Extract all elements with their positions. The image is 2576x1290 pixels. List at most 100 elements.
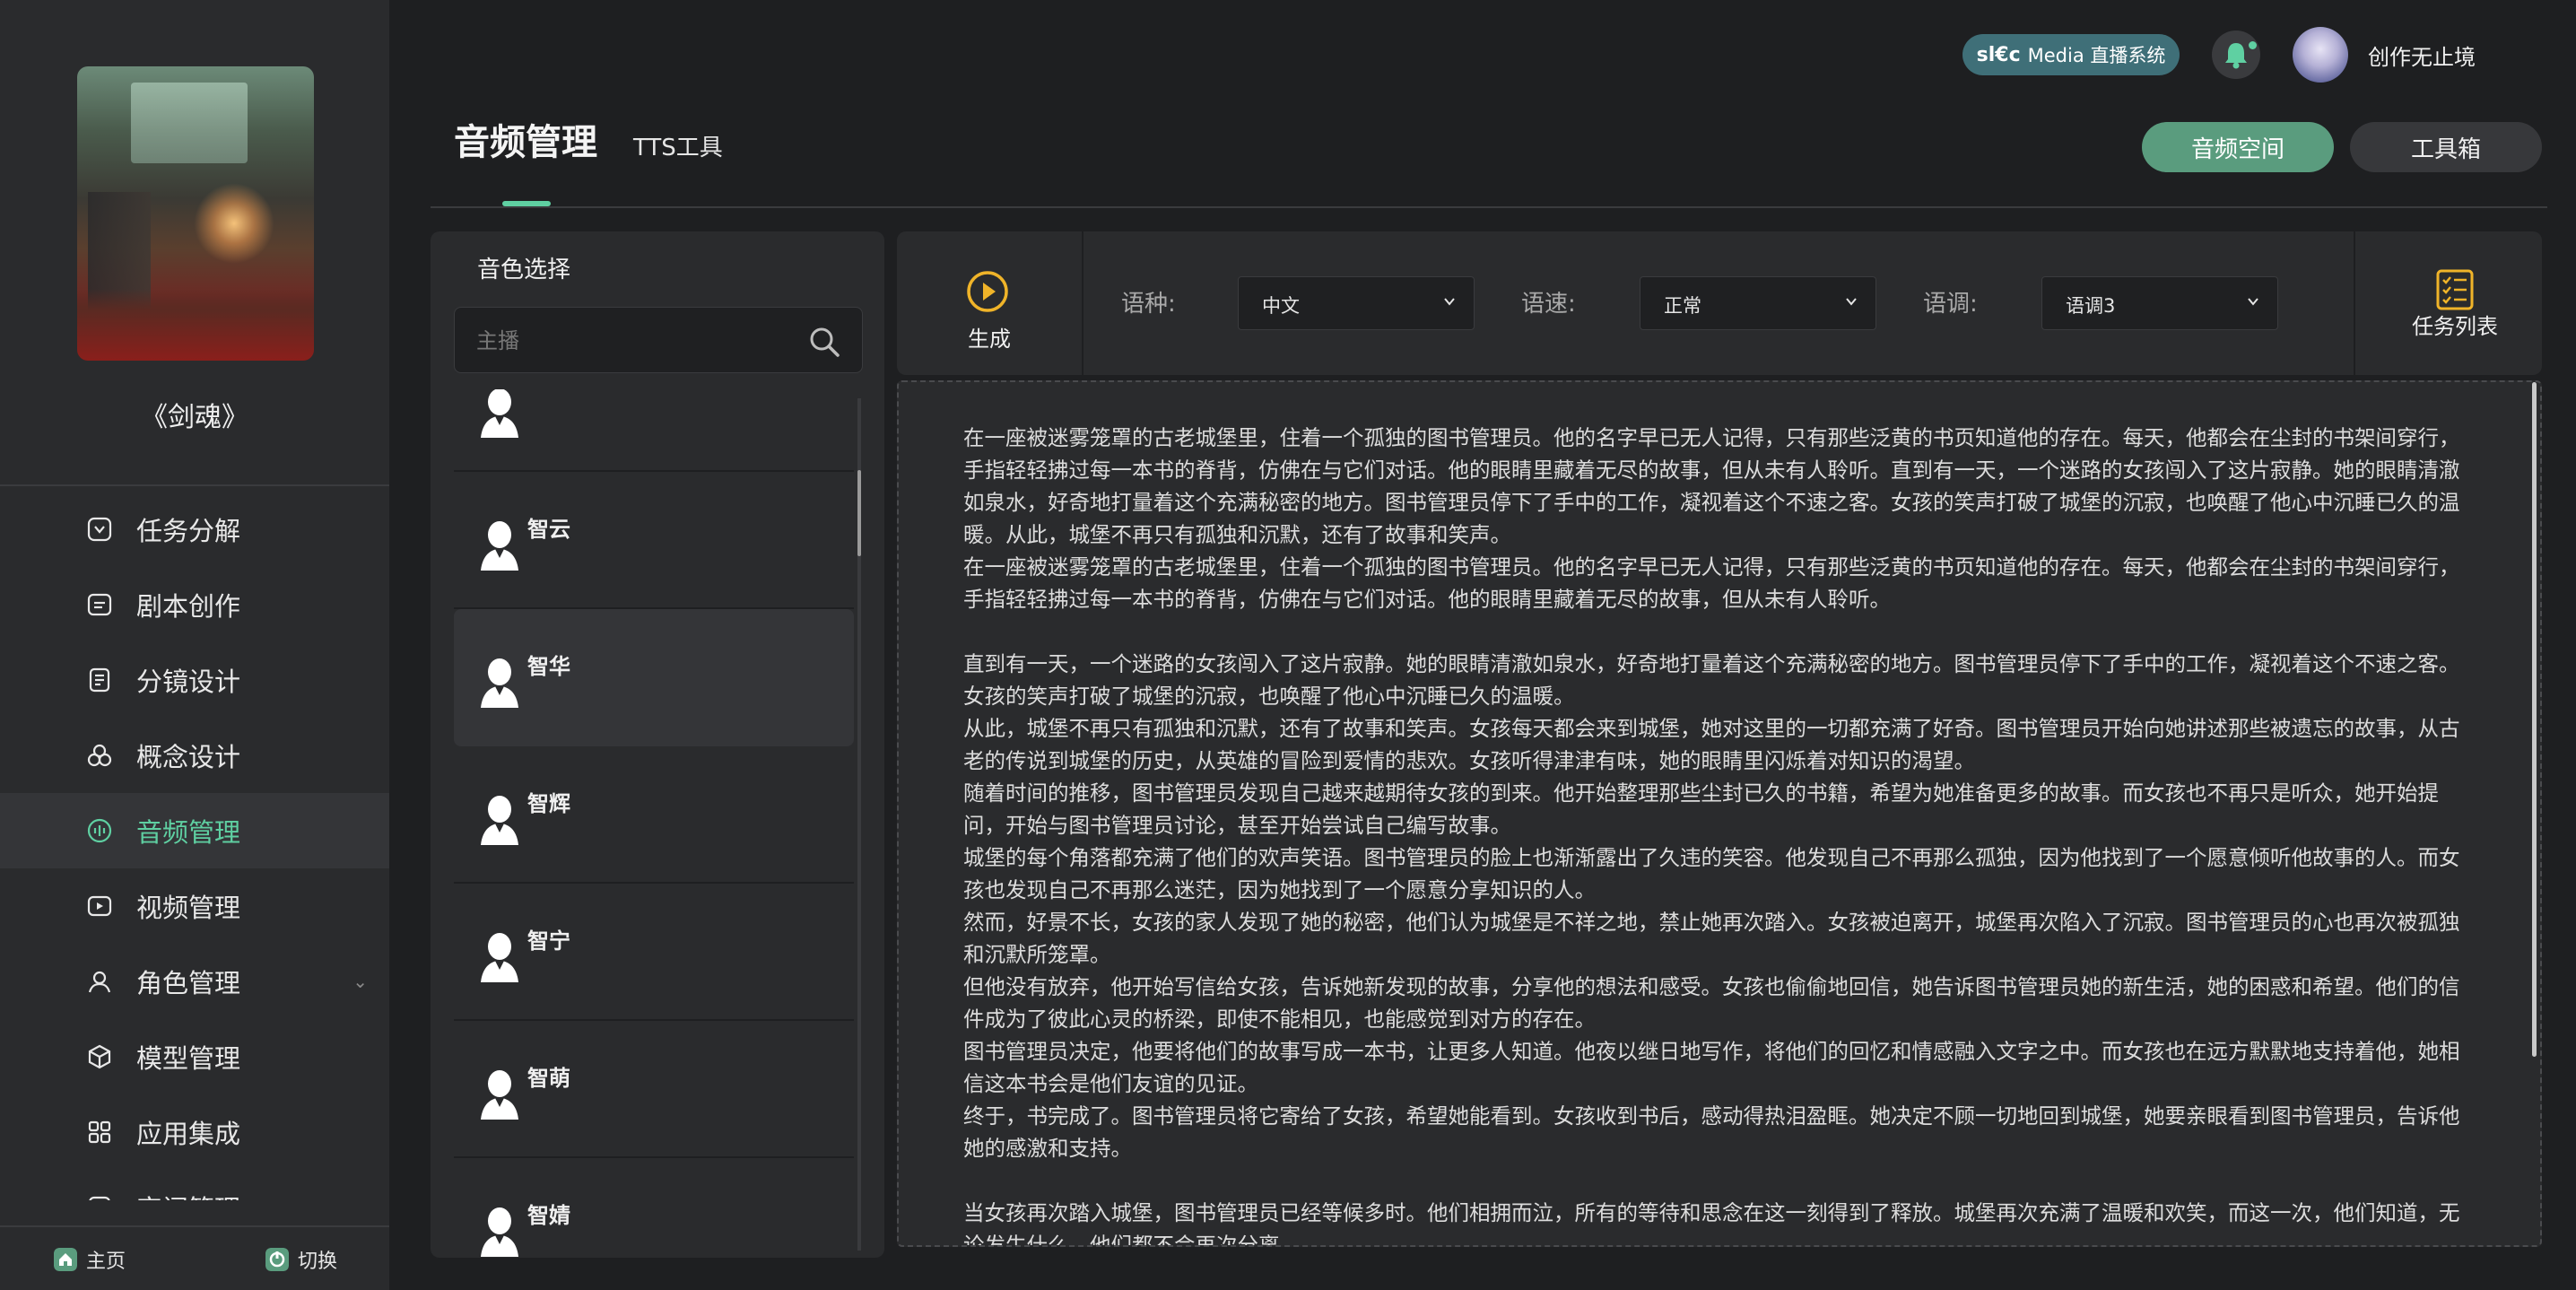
- voice-item-partial[interactable]: [454, 389, 854, 472]
- voice-name: 智婧: [527, 1203, 570, 1228]
- generate-label: 生成: [968, 327, 1011, 352]
- sidebar-item-label: 审阅管理: [136, 1189, 240, 1200]
- apps-icon: [88, 1120, 111, 1144]
- notification-button[interactable]: [2212, 31, 2260, 79]
- speed-value: 正常: [1664, 295, 1701, 317]
- toolbar-separator: [1082, 231, 1083, 375]
- notification-dot: [2249, 41, 2257, 49]
- audio-space-button[interactable]: 音频空间: [2142, 122, 2334, 172]
- language-value: 中文: [1262, 295, 1300, 317]
- sidebar-item-5[interactable]: 视频管理: [0, 868, 389, 944]
- header-divider: [431, 206, 2547, 208]
- voice-name: 智云: [527, 517, 570, 542]
- audio-icon: [87, 818, 112, 843]
- role-icon: [88, 971, 111, 993]
- sidebar-item-0[interactable]: 任务分解: [0, 492, 389, 567]
- sidebar-bottom-bar: 主页 切换: [0, 1229, 389, 1290]
- tone-label: 语调:: [1923, 291, 1978, 318]
- chevron-down-icon: [2248, 298, 2258, 306]
- sidebar-item-2[interactable]: 分镜设计: [0, 642, 389, 718]
- voice-avatar-icon: [481, 796, 518, 845]
- voice-list-scroll-thumb[interactable]: [857, 470, 861, 556]
- home-label: 主页: [86, 1251, 126, 1273]
- video-icon: [87, 895, 112, 917]
- sidebar-item-label: 模型管理: [136, 1043, 241, 1074]
- storyboard-icon: [89, 667, 110, 693]
- speed-label: 语速:: [1521, 291, 1576, 318]
- sidebar-divider: [0, 484, 389, 486]
- app-root: 《剑魂》 任务分解 剧本创作 分镜设计 概念设计 音频管理 视频管理 角色管理 ⌄ 模型管理 应用…: [0, 0, 2576, 1290]
- toolbox-button[interactable]: 工具箱: [2350, 122, 2542, 172]
- voice-avatar-icon: [481, 389, 518, 438]
- task-list-icon: [2436, 269, 2474, 310]
- sidebar-item-8[interactable]: 应用集成: [0, 1094, 389, 1170]
- sidebar-item-4[interactable]: 音频管理: [0, 793, 389, 868]
- toolbar-separator: [2354, 231, 2355, 375]
- bell-icon: [2225, 43, 2247, 69]
- sidebar: 《剑魂》 任务分解 剧本创作 分镜设计 概念设计 音频管理 视频管理 角色管理 ⌄ 模型管理 应用…: [0, 0, 389, 1290]
- voice-item[interactable]: 智萌: [454, 1021, 854, 1158]
- voice-name: 智萌: [527, 1066, 570, 1091]
- sidebar-item-label: 剧本创作: [136, 591, 241, 622]
- editor-scrollbar[interactable]: [2532, 382, 2537, 1057]
- sidebar-item-label: 应用集成: [136, 1119, 241, 1149]
- voice-item[interactable]: 智宁: [454, 884, 854, 1021]
- switch-icon: [265, 1248, 289, 1271]
- tts-toolbar: 生成 语种: 中文 语速: 正常 语调: 语调3 任务列表: [897, 231, 2542, 375]
- tone-value: 语调3: [2066, 295, 2116, 317]
- live-badge-label: Media 直播系统: [2027, 45, 2166, 66]
- sidebar-item-1[interactable]: 剧本创作: [0, 567, 389, 642]
- voice-item[interactable]: 智婧: [454, 1158, 854, 1258]
- sidebar-item-label: 概念设计: [136, 742, 241, 772]
- sidebar-item-7[interactable]: 模型管理: [0, 1019, 389, 1094]
- live-system-badge[interactable]: sl€c Media 直播系统: [1962, 34, 2180, 75]
- voice-avatar-icon: [481, 521, 518, 571]
- sidebar-item-label: 音频管理: [136, 817, 241, 848]
- voice-avatar-icon: [481, 1070, 518, 1120]
- page-subtitle: TTS工具: [633, 135, 723, 161]
- language-select[interactable]: 中文: [1238, 276, 1475, 330]
- voice-avatar-icon: [481, 933, 518, 982]
- sidebar-bottom-divider: [0, 1225, 389, 1227]
- chevron-down-icon: [1846, 298, 1857, 306]
- switch-button[interactable]: 切换: [265, 1245, 337, 1274]
- tone-select[interactable]: 语调3: [2041, 276, 2278, 330]
- voice-list: 智云智华智辉智宁智萌智婧: [454, 389, 854, 1258]
- chevron-down-icon: [1444, 298, 1455, 306]
- sidebar-item-6[interactable]: 角色管理 ⌄: [0, 944, 389, 1019]
- home-icon: [54, 1248, 77, 1271]
- project-cover-image[interactable]: [77, 66, 314, 361]
- search-icon[interactable]: [806, 324, 842, 360]
- username[interactable]: 创作无止境: [2368, 39, 2476, 71]
- sidebar-item-label: 任务分解: [136, 516, 241, 546]
- voice-name: 智辉: [527, 791, 570, 816]
- page-title: 音频管理: [454, 122, 597, 163]
- voice-item[interactable]: 智云: [454, 472, 854, 609]
- home-button[interactable]: 主页: [54, 1245, 126, 1274]
- voice-panel-title: 音色选择: [477, 257, 571, 283]
- review-icon: [89, 1196, 110, 1200]
- voice-search-input[interactable]: [476, 324, 799, 358]
- voice-item[interactable]: 智华: [454, 609, 854, 746]
- task-list-button[interactable]: 任务列表: [2368, 231, 2542, 375]
- editor-text[interactable]: 在一座被迷雾笼罩的古老城堡里，住着一个孤独的图书管理员。他的名字早已无人记得，只…: [963, 422, 2479, 1245]
- concept-icon: [87, 744, 112, 767]
- sidebar-item-label: 角色管理: [136, 968, 241, 998]
- sidebar-nav: 任务分解剧本创作分镜设计概念设计音频管理视频管理角色管理 ⌄ 模型管理应用集成审阅管…: [0, 492, 389, 1200]
- voice-name: 智宁: [527, 928, 570, 954]
- switch-label: 切换: [298, 1251, 338, 1273]
- voice-name: 智华: [527, 654, 570, 679]
- voice-avatar-icon: [481, 658, 518, 708]
- generate-button[interactable]: 生成: [897, 231, 1082, 375]
- voice-item[interactable]: 智辉: [454, 746, 854, 884]
- live-badge-logo: sl€c: [1976, 43, 2021, 66]
- script-icon: [87, 593, 112, 616]
- speed-select[interactable]: 正常: [1640, 276, 1876, 330]
- user-avatar[interactable]: [2293, 27, 2348, 83]
- voice-avatar-icon: [481, 1207, 518, 1257]
- voice-search-box: [454, 307, 863, 373]
- sidebar-item-9[interactable]: 审阅管理: [0, 1170, 389, 1200]
- text-editor[interactable]: 在一座被迷雾笼罩的古老城堡里，住着一个孤独的图书管理员。他的名字早已无人记得，只…: [897, 380, 2542, 1247]
- sidebar-item-3[interactable]: 概念设计: [0, 718, 389, 793]
- model-icon: [88, 1044, 111, 1069]
